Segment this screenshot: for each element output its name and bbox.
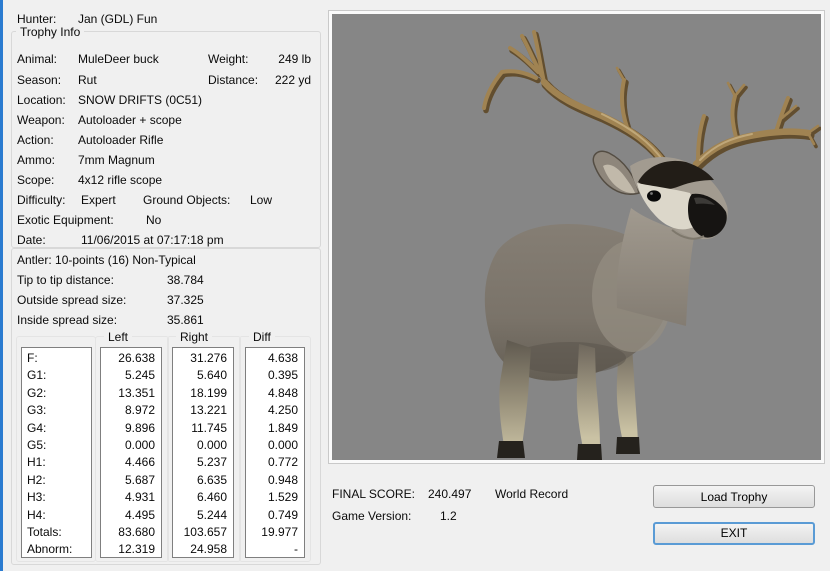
- measurement-cell: 0.000: [124, 437, 155, 452]
- measurement-cell: 5.244: [196, 507, 227, 522]
- inside-spread-label: Inside spread size:: [17, 313, 118, 327]
- measurement-cell: 83.680: [118, 524, 155, 539]
- ammo-value: 7mm Magnum: [78, 153, 155, 167]
- measurement-cell: 103.657: [183, 524, 227, 539]
- measurement-cell: 19.977: [261, 524, 298, 539]
- measurement-cell: 5.245: [124, 368, 155, 383]
- final-score-label: FINAL SCORE:: [332, 487, 415, 501]
- antler-summary: Antler: 10-points (16) Non-Typical: [17, 253, 196, 267]
- exotic-value: No: [146, 213, 162, 227]
- animal-value: MuleDeer buck: [78, 52, 159, 66]
- measurement-cell: 5.237: [196, 455, 227, 470]
- measurement-cell: 1.529: [267, 490, 298, 505]
- date-value: 11/06/2015 at 07:17:18 pm: [81, 233, 224, 247]
- measurement-cell: 0.000: [196, 437, 227, 452]
- measurement-cell: 4.466: [124, 455, 155, 470]
- outside-spread-label: Outside spread size:: [17, 293, 127, 307]
- final-score-value: 240.497: [428, 487, 472, 501]
- hunter-label: Hunter:: [17, 12, 57, 26]
- measurement-cell: 4.848: [267, 385, 298, 400]
- weapon-value: Autoloader + scope: [78, 113, 182, 127]
- action-label: Action:: [17, 133, 54, 147]
- measurement-cell: 0.395: [267, 368, 298, 383]
- measurement-cell: 26.638: [118, 351, 155, 365]
- inside-spread-value: 35.861: [167, 313, 204, 327]
- measurement-cell: F:: [27, 351, 38, 365]
- measurement-cell: 12.319: [118, 542, 155, 557]
- ground-objects-label: Ground Objects:: [143, 193, 231, 207]
- trophy-3d-viewer[interactable]: [329, 11, 824, 463]
- measurement-cell: 5.640: [196, 368, 227, 383]
- ammo-label: Ammo:: [17, 153, 56, 167]
- exit-button[interactable]: EXIT: [653, 522, 815, 545]
- measurement-cell: 0.000: [267, 437, 298, 452]
- measurement-rowlabels-list[interactable]: F: G1: G2: G3: G4: G5: H1: H2: H3: H4: Totals: Abno…: [21, 347, 92, 558]
- measurement-cell: H4:: [27, 507, 46, 522]
- season-value: Rut: [78, 73, 97, 87]
- weapon-label: Weapon:: [17, 113, 65, 127]
- measurement-cell: G3:: [27, 403, 47, 418]
- measurement-cell: G4:: [27, 420, 47, 435]
- hunter-value: Jan (GDL) Fun: [78, 12, 158, 26]
- measurement-cell: H1:: [27, 455, 46, 470]
- column-header-right: Right: [176, 330, 213, 344]
- ground-objects-value: Low: [250, 193, 273, 207]
- measurement-cell: 4.638: [267, 351, 298, 365]
- measurement-cell: 18.199: [190, 385, 227, 400]
- column-header-left: Left: [104, 330, 133, 344]
- measurement-cell: 0.948: [267, 472, 298, 487]
- action-value: Autoloader Rifle: [78, 133, 164, 147]
- measurement-cell: H3:: [27, 490, 46, 505]
- measurement-cell: 4.931: [124, 490, 155, 505]
- measurement-cell: 0.749: [267, 507, 298, 522]
- measurement-cell: 1.849: [267, 420, 298, 435]
- measurement-cell: 9.896: [124, 420, 155, 435]
- measurement-cell: 6.635: [196, 472, 227, 487]
- measurement-cell: G2:: [27, 385, 47, 400]
- difficulty-label: Difficulty:: [17, 193, 66, 207]
- measurement-cell: Abnorm:: [27, 542, 73, 557]
- measurement-cell: 13.351: [118, 385, 155, 400]
- measurement-cell: 8.972: [124, 403, 155, 418]
- measurement-right-list[interactable]: 31.276 5.640 18.199 13.221 11.745 0.000 5.237 6…: [172, 347, 234, 558]
- measurement-cell: Totals:: [27, 524, 62, 539]
- load-trophy-button[interactable]: Load Trophy: [653, 485, 815, 508]
- measurement-cell: G5:: [27, 437, 47, 452]
- season-label: Season:: [17, 73, 62, 87]
- measurement-cell: 24.958: [190, 542, 227, 557]
- location-label: Location:: [17, 93, 66, 107]
- measurement-cell: 0.772: [267, 455, 298, 470]
- tip-to-tip-value: 38.784: [167, 273, 204, 287]
- game-version-label: Game Version:: [332, 509, 412, 523]
- outside-spread-value: 37.325: [167, 293, 204, 307]
- measurement-cell: 4.495: [124, 507, 155, 522]
- location-value: SNOW DRIFTS (0C51): [78, 93, 203, 107]
- measurement-cell: 5.687: [124, 472, 155, 487]
- exotic-label: Exotic Equipment:: [17, 213, 114, 227]
- measurement-cell: H2:: [27, 472, 46, 487]
- scope-label: Scope:: [17, 173, 55, 187]
- measurement-left-list[interactable]: 26.638 5.245 13.351 8.972 9.896 0.000 4.466 5.6…: [100, 347, 162, 558]
- game-version-value: 1.2: [440, 509, 457, 523]
- date-label: Date:: [17, 233, 46, 247]
- difficulty-value: Expert: [81, 193, 116, 207]
- column-header-diff: Diff: [249, 330, 275, 344]
- measurement-cell: G1:: [27, 368, 47, 383]
- measurement-cell: 13.221: [190, 403, 227, 418]
- measurement-cell: -: [294, 542, 298, 557]
- distance-value: 222 yd: [274, 73, 311, 87]
- measurement-cell: 31.276: [190, 351, 227, 365]
- scope-value: 4x12 rifle scope: [78, 173, 163, 187]
- trophy-window: Hunter: Jan (GDL) Fun Trophy Info Animal…: [0, 0, 830, 571]
- weight-value: 249 lb: [278, 52, 311, 66]
- measurement-diff-list[interactable]: 4.638 0.395 4.848 4.250 1.849 0.000 0.772 0.948…: [245, 347, 305, 558]
- measurement-cell: 6.460: [196, 490, 227, 505]
- tip-to-tip-label: Tip to tip distance:: [17, 273, 114, 287]
- record-badge: World Record: [495, 487, 569, 501]
- deer-render: [332, 14, 821, 460]
- measurement-cell: 4.250: [267, 403, 298, 418]
- measurement-cell: 11.745: [191, 420, 227, 435]
- animal-label: Animal:: [17, 52, 58, 66]
- trophy-info-title: Trophy Info: [16, 25, 85, 39]
